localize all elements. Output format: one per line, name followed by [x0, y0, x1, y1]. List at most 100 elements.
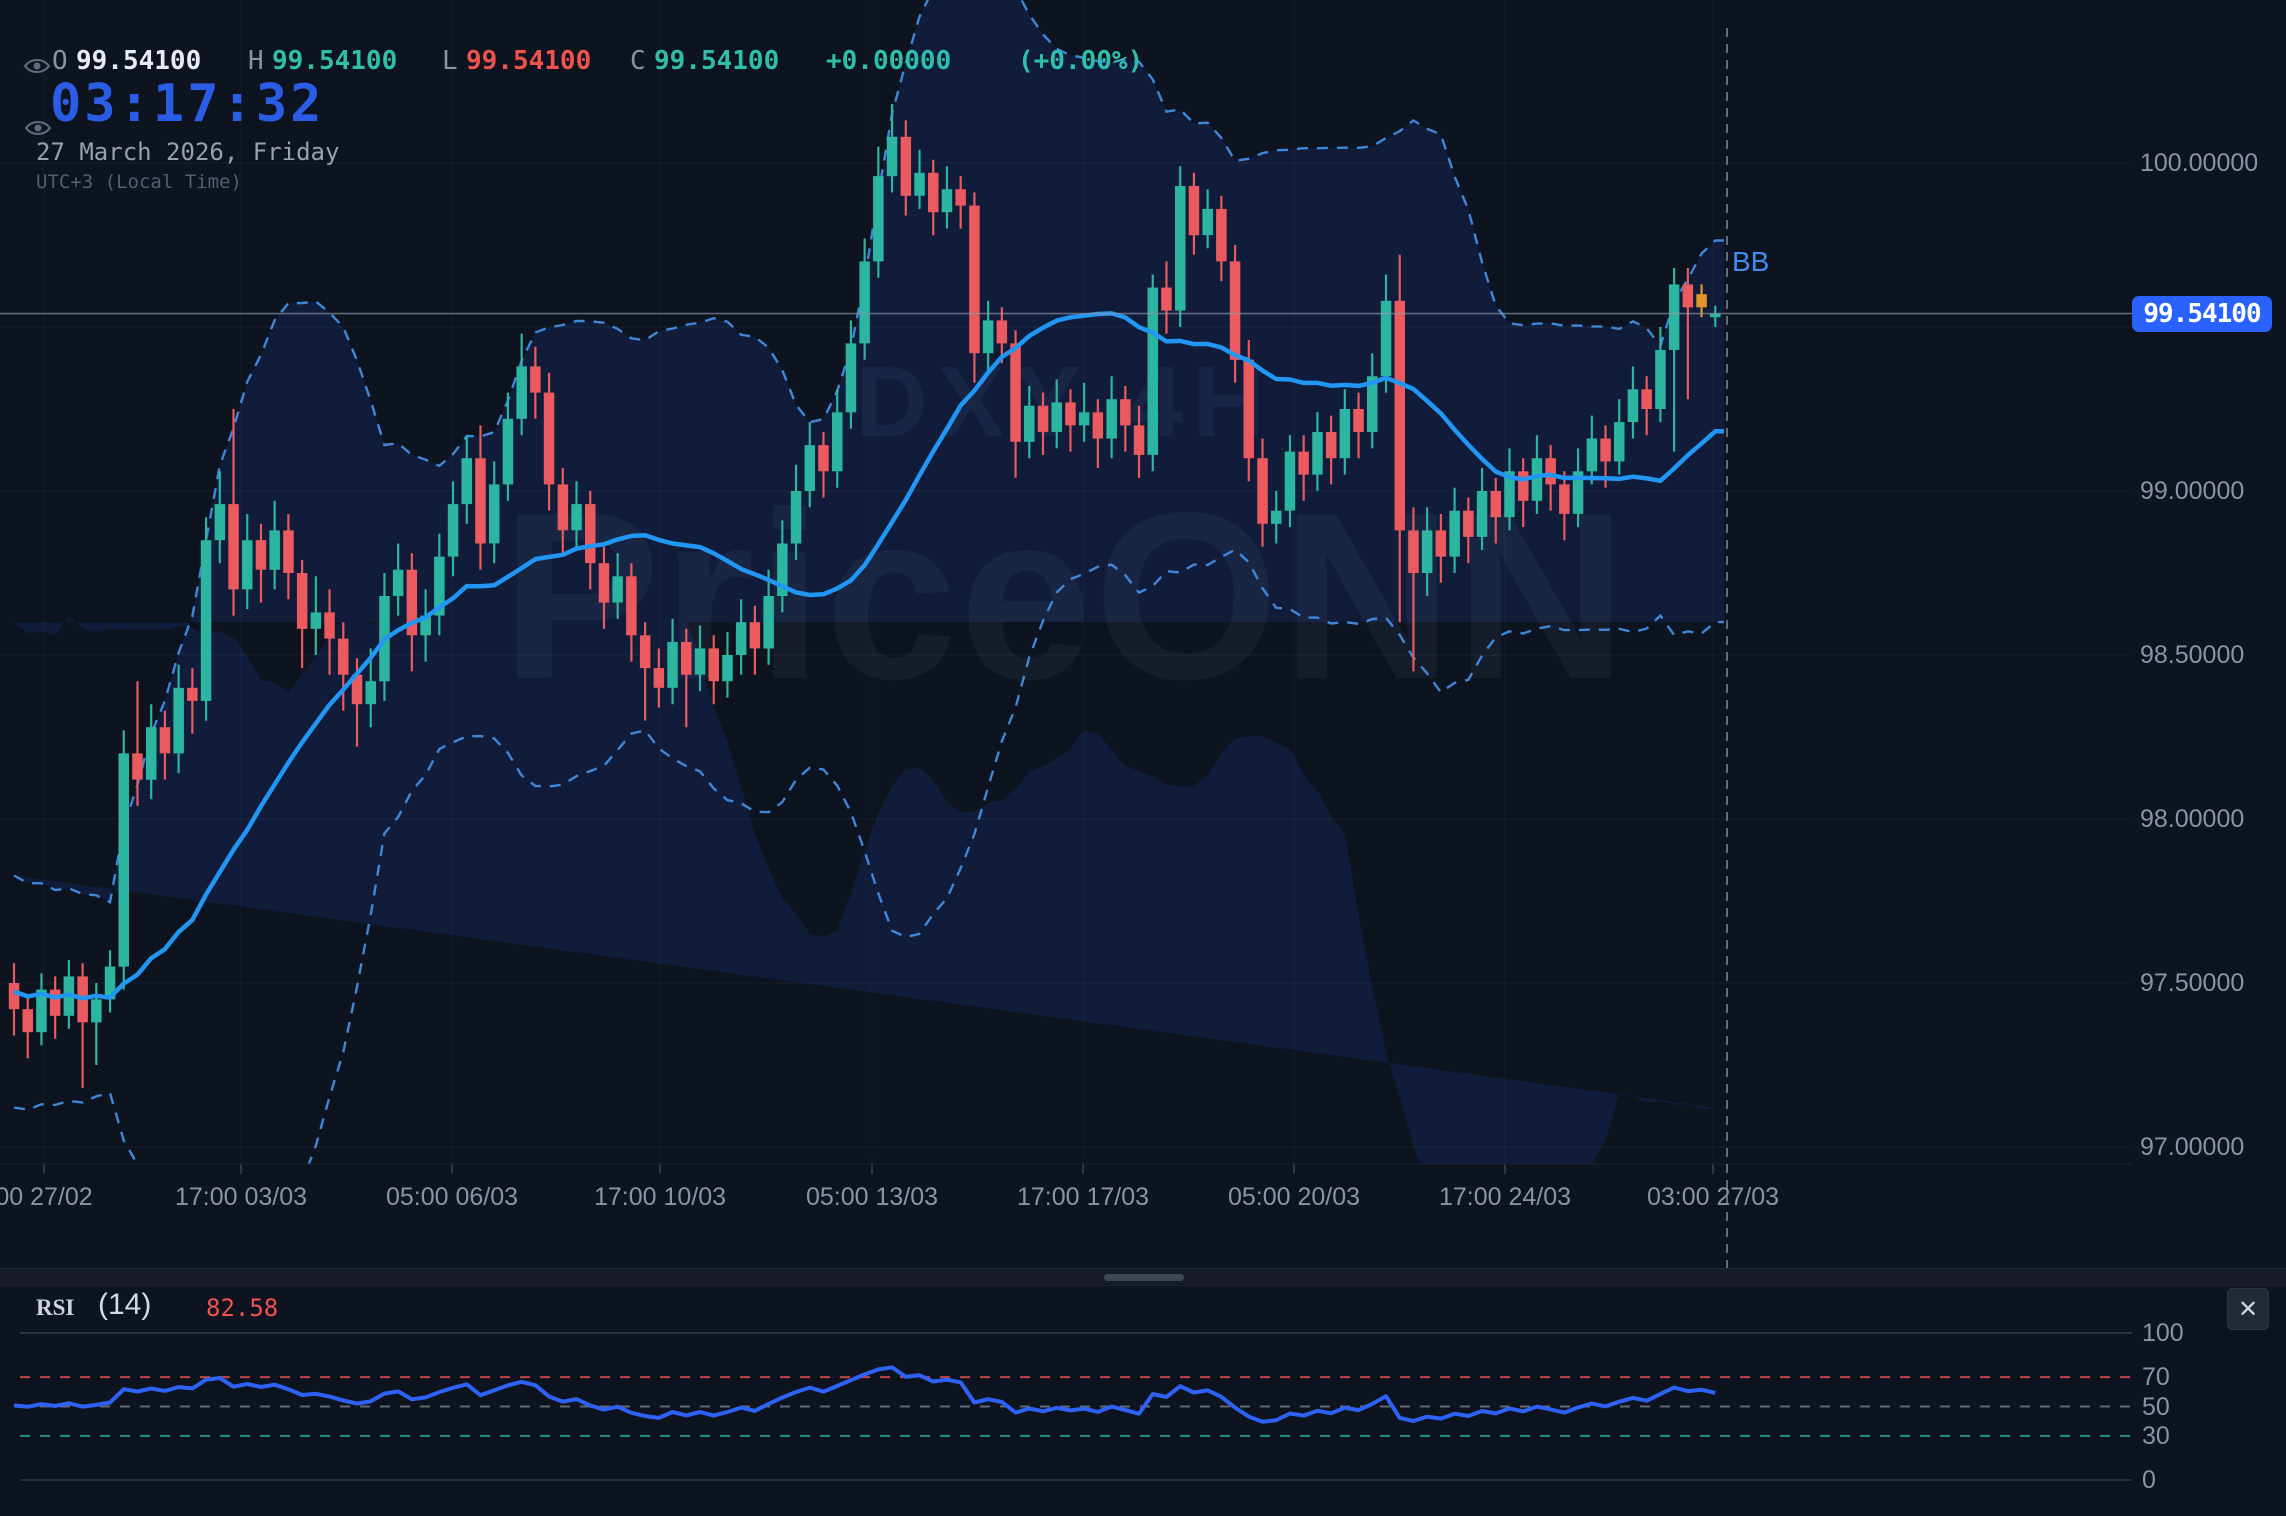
candle-body	[91, 999, 102, 1023]
rsi-indicator-title[interactable]: RSI	[36, 1295, 74, 1321]
candle-body	[1682, 284, 1694, 308]
candle-body	[118, 753, 129, 967]
candle-body	[681, 641, 692, 675]
candle-body	[1668, 284, 1680, 350]
candle-body	[1463, 510, 1474, 537]
candle-body	[1188, 186, 1200, 236]
candle-body	[461, 458, 472, 505]
candle-body	[1051, 402, 1062, 432]
candle-body	[941, 189, 953, 213]
candle-body	[982, 320, 994, 354]
candle-body	[475, 458, 486, 544]
candle-body	[914, 172, 925, 196]
candle-body	[173, 687, 184, 754]
candle-body	[1147, 287, 1158, 455]
time-axis-label: 17:00 17/03	[1016, 1183, 1150, 1211]
candle-body	[1641, 389, 1652, 409]
time-axis-label: 03:00 27/03	[1646, 1183, 1780, 1211]
candle-body	[543, 392, 555, 485]
candle-body	[310, 612, 322, 629]
low-value: 99.54100	[466, 46, 592, 76]
candle-body	[447, 504, 459, 557]
candle-body	[955, 189, 966, 206]
rsi-pane	[13, 1332, 2132, 1481]
candle-body	[571, 504, 582, 531]
candle-body	[1408, 530, 1419, 573]
candle-body	[1312, 432, 1323, 475]
candle-body	[1696, 294, 1707, 308]
price-axis-label: 97.00000	[2140, 1133, 2245, 1161]
candle-body	[667, 641, 678, 688]
candle-body	[365, 681, 376, 705]
candle-body	[1133, 425, 1145, 455]
candle-body	[996, 320, 1008, 344]
chart-canvas[interactable]	[0, 0, 2286, 1516]
candle-body	[1037, 405, 1049, 432]
last-price-label: 99.54100	[2132, 295, 2272, 332]
time-axis-label: 17:00 03/03	[174, 1183, 308, 1211]
price-axis-label: 99.00000	[2140, 477, 2245, 505]
candle-body	[1559, 484, 1570, 514]
high-value: 99.54100	[272, 46, 398, 76]
candle-body	[324, 612, 335, 639]
candle-body	[1490, 491, 1501, 518]
bollinger-band-label[interactable]: BB	[1732, 246, 1769, 278]
candle-body	[296, 573, 308, 629]
candle-body	[722, 655, 733, 682]
candle-body	[228, 504, 239, 590]
price-axis-label: 100.00000	[2140, 149, 2259, 177]
candle-body	[49, 989, 61, 1016]
low-label: L	[442, 46, 458, 76]
candle-body	[255, 540, 267, 570]
rsi-axis-label: 0	[2142, 1466, 2156, 1494]
candle-body	[832, 412, 843, 472]
candle-body	[804, 445, 815, 491]
candle-body	[886, 136, 898, 177]
candle-body	[1531, 458, 1543, 501]
candle-body	[242, 540, 253, 590]
candle-body	[763, 596, 774, 649]
change-pct-value: (+0.00%)	[1018, 46, 1144, 76]
open-value: 99.54100	[76, 46, 202, 76]
visibility-eye-icon[interactable]	[23, 56, 51, 76]
candle-body	[1449, 510, 1460, 557]
candle-body	[790, 491, 802, 544]
close-icon[interactable]: ✕	[2227, 1288, 2269, 1330]
candle-body	[1380, 300, 1392, 377]
rsi-axis-label: 30	[2142, 1421, 2170, 1450]
close-label: C	[630, 46, 646, 76]
trading-chart-app: DXY 4H PriceONN O 99.54100 H 99.54100 L …	[0, 0, 2286, 1516]
time-axis-label: 00 27/02	[0, 1183, 93, 1211]
visibility-eye-icon[interactable]	[24, 118, 52, 138]
candle-body	[1161, 287, 1172, 311]
candle-body	[1175, 186, 1186, 311]
candle-body	[1586, 438, 1598, 472]
candle-body	[818, 445, 829, 472]
close-value: 99.54100	[654, 46, 780, 76]
pane-resize-handle[interactable]	[1104, 1274, 1184, 1281]
candle-body	[1271, 510, 1282, 524]
candle-body	[928, 172, 939, 213]
bollinger-fill	[14, 0, 1724, 1164]
rsi-line	[13, 1365, 1716, 1424]
candle-body	[1202, 208, 1213, 236]
candle-body	[1353, 409, 1364, 432]
candle-body	[159, 727, 171, 754]
rsi-period: (14)	[98, 1288, 152, 1321]
session-clock: 03:17:32	[50, 74, 325, 134]
candle-body	[269, 530, 280, 570]
candle-body	[146, 727, 157, 780]
candle-body	[8, 983, 20, 1010]
candle-body	[200, 540, 212, 701]
candle-body	[1394, 300, 1405, 531]
time-axis-label: 05:00 13/03	[805, 1183, 939, 1211]
candle-body	[1024, 405, 1035, 442]
candle-body	[132, 753, 143, 780]
current-date: 27 March 2026, Friday	[36, 138, 340, 166]
candle-body	[489, 484, 500, 544]
candle-body	[1065, 402, 1076, 426]
time-axis-label: 05:00 06/03	[385, 1183, 519, 1211]
price-axis-label: 97.50000	[2140, 969, 2245, 997]
change-value: +0.00000	[826, 46, 952, 76]
candle-body	[1325, 432, 1337, 459]
